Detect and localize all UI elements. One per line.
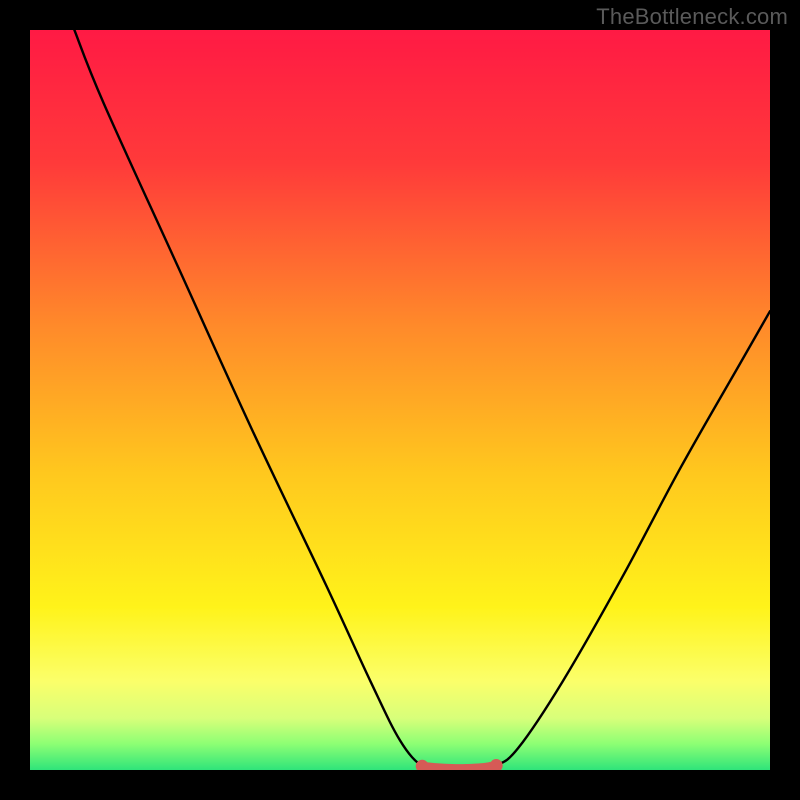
plot-area [30,30,770,770]
chart-frame: TheBottleneck.com [0,0,800,800]
optimal-range-segment [422,766,496,769]
gradient-background [30,30,770,770]
watermark-text: TheBottleneck.com [596,4,788,30]
bottleneck-chart [30,30,770,770]
